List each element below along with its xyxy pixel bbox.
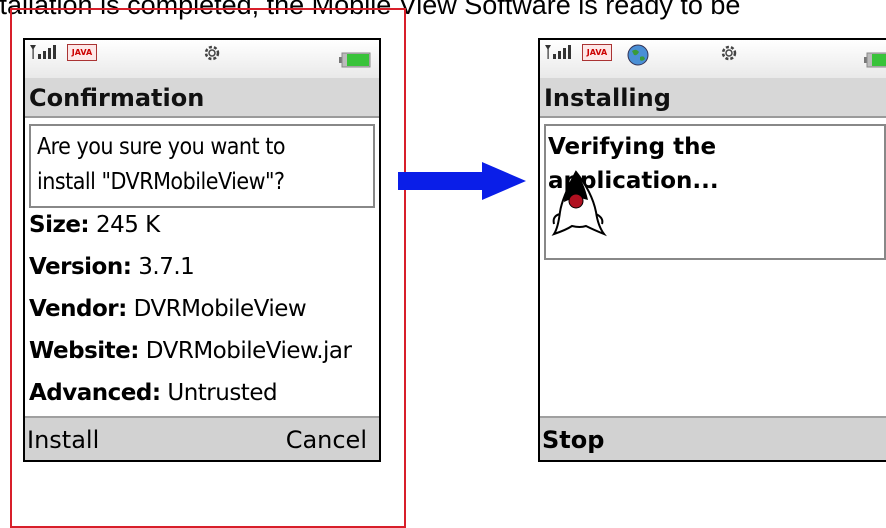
cancel-button[interactable]: Cancel: [286, 418, 367, 460]
battery-icon: [339, 52, 371, 68]
installing-screen: JAVA Installing Verifying the applicatio…: [538, 38, 886, 462]
prompt-line-1: Are you sure you want to: [37, 134, 286, 160]
globe-icon: [627, 44, 649, 66]
detail-size: Size: 245 K: [29, 212, 160, 238]
install-button[interactable]: Install: [27, 418, 99, 460]
prompt-line-2: install "DVRMobileView"?: [37, 169, 285, 195]
detail-label: Vendor:: [29, 296, 127, 322]
softkey-bar: Stop: [540, 416, 886, 460]
detail-value: Untrusted: [167, 380, 278, 406]
java-icon: JAVA: [67, 44, 97, 61]
detail-value: 3.7.1: [138, 254, 195, 280]
page-title: Installing: [540, 78, 886, 118]
detail-label: Website:: [29, 338, 139, 364]
status-bar: JAVA: [25, 40, 379, 78]
detail-vendor: Vendor: DVRMobileView: [29, 296, 307, 322]
java-icon: JAVA: [582, 44, 612, 61]
gear-icon: [204, 45, 220, 61]
stop-button[interactable]: Stop: [542, 418, 604, 460]
detail-website: Website: DVRMobileView.jar: [29, 338, 352, 364]
detail-label: Size:: [29, 212, 90, 238]
softkey-bar: Install Cancel: [25, 416, 379, 460]
gear-icon: [721, 45, 737, 61]
detail-value: DVRMobileView.jar: [145, 338, 352, 364]
detail-label: Advanced:: [29, 380, 161, 406]
page-title: Confirmation: [25, 78, 379, 118]
signal-icon: [30, 45, 56, 59]
signal-icon: [545, 45, 571, 59]
confirmation-message: Are you sure you want to install "DVRMob…: [29, 124, 375, 208]
status-bar: JAVA: [540, 40, 886, 78]
detail-value: DVRMobileView: [133, 296, 307, 322]
confirmation-screen: JAVA Confirmation Are you sure you want …: [23, 38, 381, 462]
detail-value: 245 K: [95, 212, 160, 238]
java-duke-icon: [551, 170, 607, 237]
arrow-right-icon: [398, 162, 526, 200]
detail-advanced: Advanced: Untrusted: [29, 380, 278, 406]
detail-label: Version:: [29, 254, 132, 280]
detail-version: Version: 3.7.1: [29, 254, 195, 280]
battery-icon: [864, 52, 886, 68]
